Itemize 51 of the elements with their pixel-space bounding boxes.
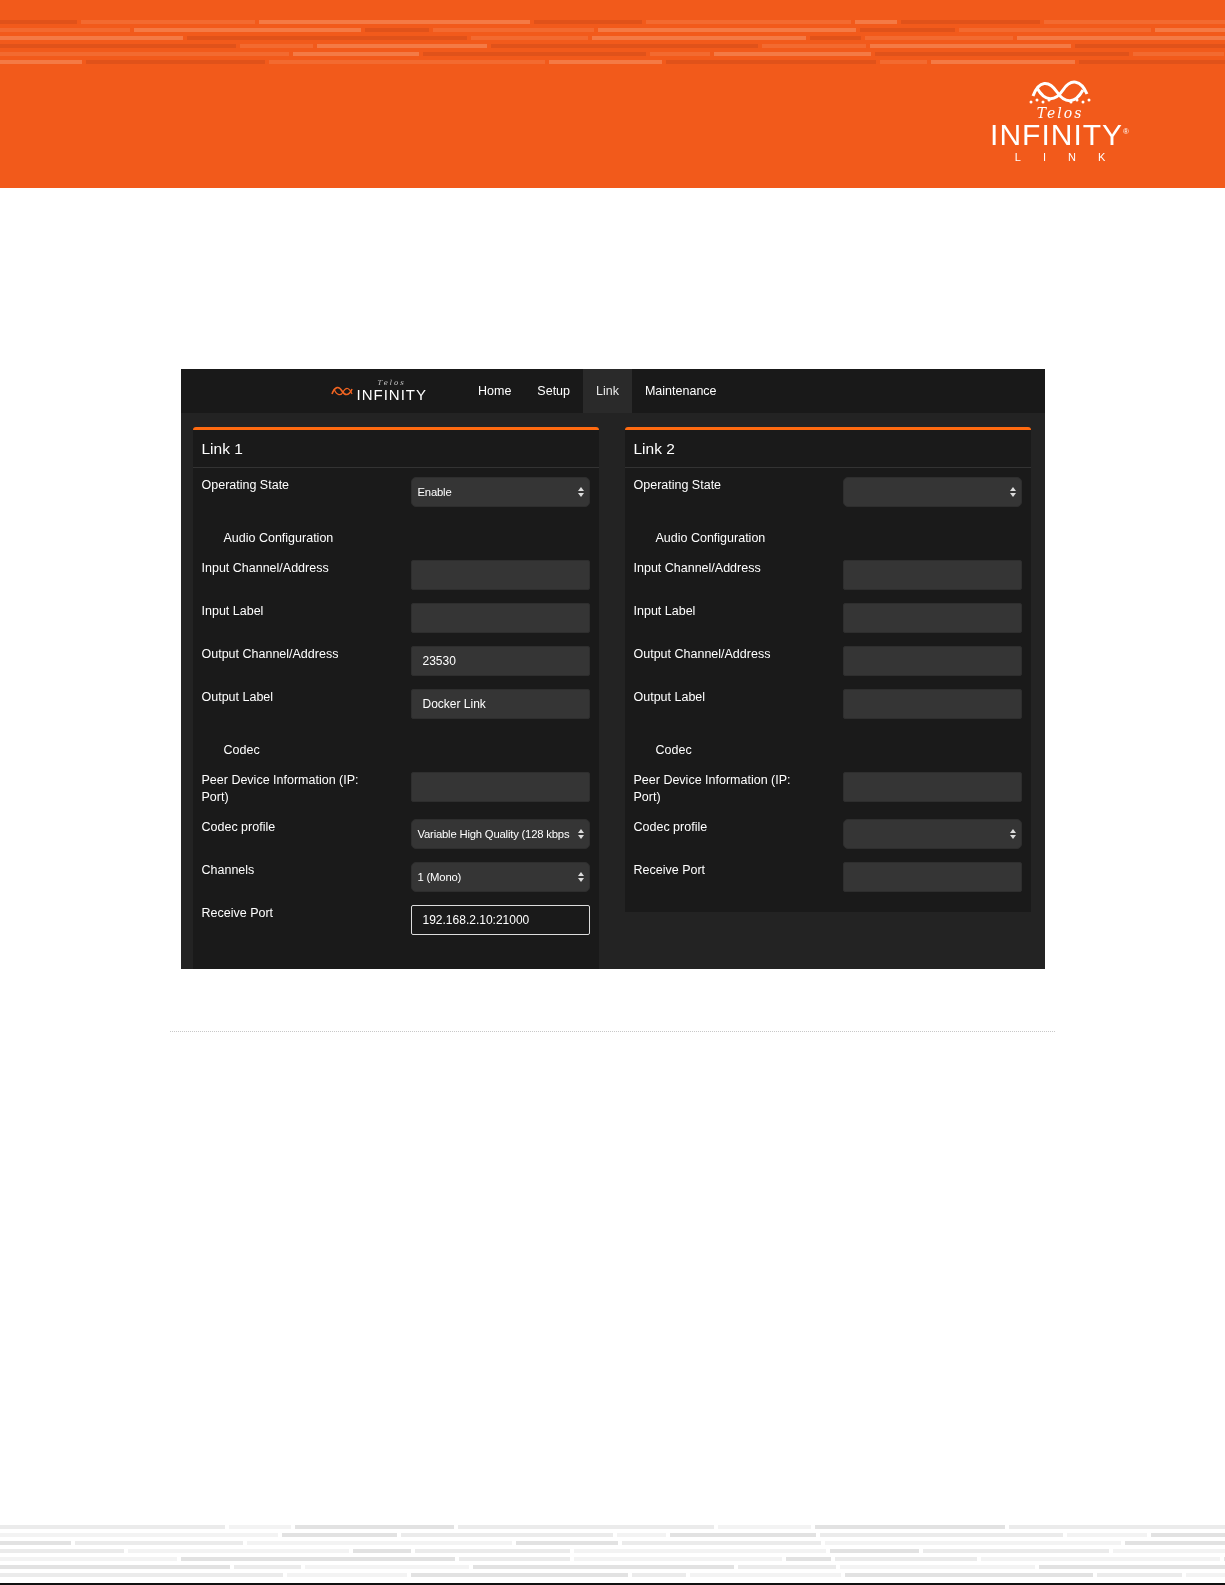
input-field[interactable]: 23530 <box>410 646 590 676</box>
sort-arrows-icon <box>577 872 584 882</box>
field-label: Input Channel/Address <box>201 560 330 577</box>
select-field[interactable] <box>842 819 1022 849</box>
field-label: Codec profile <box>633 819 709 836</box>
input-field[interactable] <box>410 560 590 590</box>
field-label: Channels <box>201 862 256 879</box>
sort-arrows-icon <box>577 829 584 839</box>
input-field[interactable] <box>842 560 1022 590</box>
panel-title: Link 2 <box>624 430 1031 468</box>
input-field[interactable] <box>842 862 1022 892</box>
logo-name-text: INFINITY <box>356 387 427 402</box>
field-label: Output Label <box>633 689 707 706</box>
field-label: Receive Port <box>633 862 707 879</box>
brand-script-text: Telos <box>1036 106 1084 120</box>
field-label: Peer Device Information (IP: Port) <box>633 772 792 806</box>
input-field[interactable] <box>410 603 590 633</box>
logo-name-text: INFINITY$^{®}$ <box>990 120 1130 150</box>
field-label: Output Channel/Address <box>201 646 340 663</box>
section-heading: Codec <box>654 742 692 759</box>
select-field[interactable] <box>842 477 1022 507</box>
field-label: Input Channel/Address <box>633 560 762 577</box>
input-field[interactable] <box>842 689 1022 719</box>
sort-arrows-icon <box>1009 487 1016 497</box>
input-field[interactable] <box>842 646 1022 676</box>
section-heading: Audio Configuration <box>222 530 334 547</box>
section-heading: Codec <box>222 742 260 759</box>
field-label: Input Label <box>201 603 265 620</box>
field-label: Codec profile <box>201 819 277 836</box>
input-field[interactable]: 192.168.2.10:21000 <box>410 905 590 935</box>
field-label: Output Channel/Address <box>633 646 772 663</box>
field-label: Output Label <box>201 689 275 706</box>
select-field[interactable]: Variable High Quality (128 kbps <box>410 819 590 849</box>
field-label: Peer Device Information (IP: Port) <box>201 772 360 806</box>
section-heading: Audio Configuration <box>654 530 766 547</box>
field-label: Operating State <box>201 477 291 494</box>
wave-logo-icon <box>330 386 353 396</box>
select-field[interactable]: Enable <box>410 477 590 507</box>
input-field[interactable]: Docker Link <box>410 689 590 719</box>
select-field[interactable]: 1 (Mono) <box>410 862 590 892</box>
logo-sub-text: LINK <box>1014 152 1128 163</box>
panel-title: Link 1 <box>192 430 599 468</box>
sort-arrows-icon <box>1009 829 1016 839</box>
field-label: Operating State <box>633 477 723 494</box>
sort-arrows-icon <box>577 487 584 497</box>
input-field[interactable] <box>842 772 1022 802</box>
nav-link[interactable]: Link <box>583 369 632 413</box>
field-label: Input Label <box>633 603 697 620</box>
input-field[interactable] <box>410 772 590 802</box>
field-label: Receive Port <box>201 905 275 922</box>
input-field[interactable] <box>842 603 1022 633</box>
